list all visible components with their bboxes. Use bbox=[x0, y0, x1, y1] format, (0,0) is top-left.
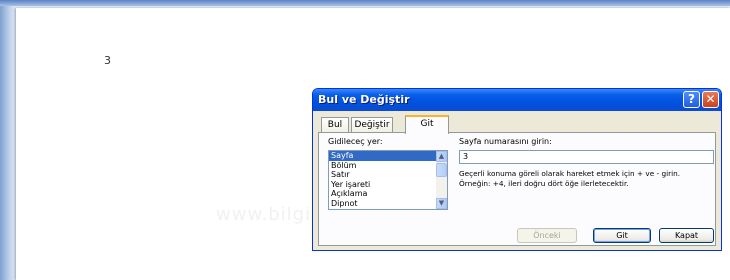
goto-what-label: Gidileceç yer: bbox=[328, 137, 383, 146]
scroll-thumb[interactable] bbox=[436, 163, 447, 177]
close-button[interactable]: Kapat bbox=[659, 228, 714, 243]
find-replace-dialog: Bul ve Değiştir ? ✕ Bul Değiştir Git Gid… bbox=[312, 88, 722, 251]
goto-what-list[interactable]: Sayfa Bölüm Satır Yer işareti Açıklama D… bbox=[328, 150, 448, 210]
list-item[interactable]: Dipnot bbox=[329, 199, 447, 209]
hint-text: Geçerli konuma göreli olarak hareket etm… bbox=[459, 169, 681, 188]
previous-button[interactable]: Önceki bbox=[517, 228, 577, 243]
ribbon-edge bbox=[0, 0, 730, 6]
list-item[interactable]: Sayfa bbox=[329, 151, 447, 161]
tab-goto[interactable]: Git bbox=[405, 115, 449, 134]
close-window-button[interactable]: ✕ bbox=[702, 91, 719, 108]
tab-replace[interactable]: Değiştir bbox=[351, 117, 393, 133]
dialog-title: Bul ve Değiştir bbox=[318, 93, 410, 106]
goto-panel: Gidileceç yer: Sayfa Bölüm Satır Yer işa… bbox=[318, 132, 716, 246]
goto-button[interactable]: Git bbox=[593, 228, 651, 243]
page-number-label: Sayfa numarasını girin: bbox=[459, 137, 552, 146]
tab-find[interactable]: Bul bbox=[321, 117, 349, 133]
scroll-down-icon[interactable]: ▼ bbox=[436, 198, 447, 209]
scroll-up-icon[interactable]: ▲ bbox=[436, 151, 447, 162]
page-content-text: 3 bbox=[104, 54, 111, 67]
help-button[interactable]: ? bbox=[683, 91, 700, 108]
list-item[interactable]: Yer işareti bbox=[329, 180, 447, 190]
list-item[interactable]: Satır bbox=[329, 170, 447, 180]
list-scrollbar[interactable]: ▲ ▼ bbox=[436, 151, 447, 209]
dialog-titlebar[interactable]: Bul ve Değiştir ? ✕ bbox=[313, 89, 721, 111]
list-item[interactable]: Bölüm bbox=[329, 161, 447, 171]
page-number-input[interactable]: 3 bbox=[459, 150, 714, 164]
list-item[interactable]: Açıklama bbox=[329, 189, 447, 199]
